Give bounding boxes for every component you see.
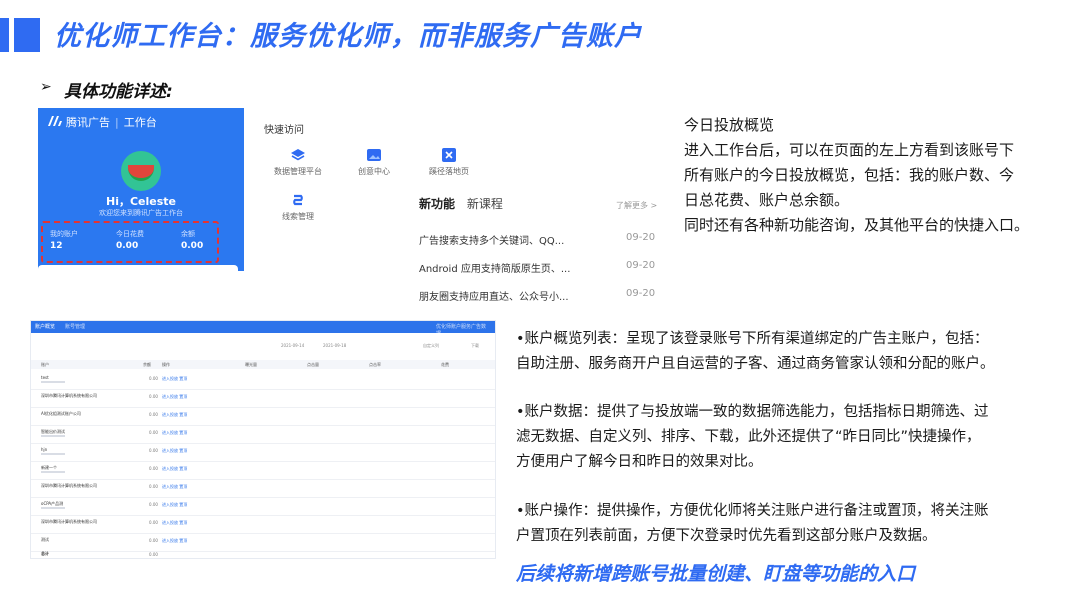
table-row[interactable]: 深圳市腾讯计算机系统有限公司 0.00 进入投放 置顶 <box>31 515 495 534</box>
detail-line: 滤无数据、自定义列、排序、下载，此外还提供了“昨日同比”快捷操作， <box>516 429 981 445</box>
download-button[interactable]: 下载 <box>471 343 479 349</box>
detail-line: 方便用户了解今日和昨日的效果对比。 <box>516 454 763 470</box>
quick-access-label: 创意中心 <box>358 167 390 176</box>
tab-new-features[interactable]: 新功能 <box>419 197 455 211</box>
account-overview-screenshot: 账户概览 账号管理 优化师账户服务广告数据... 2021-09-14 2021… <box>30 320 496 559</box>
table-row[interactable]: 深圳市腾讯计算机系统有限公司 0.00 进入投放 置顶 <box>31 479 495 498</box>
date-start[interactable]: 2021-09-14 <box>281 343 304 348</box>
table-header: 账户 余额 操作 曝光量 点击量 点击率 花费 <box>31 360 495 369</box>
workspace-label: 工作台 <box>123 116 157 129</box>
workbench-home-screenshot: 腾讯广告 | 工作台 Hi，Celeste 欢迎您来到腾讯广告工作台 我的账户 12 … <box>38 108 665 308</box>
detail-line: 户置顶在列表前面，方便下次登录时优先看到这部分账户及数据。 <box>516 528 937 544</box>
table-row[interactable]: 新建一个 0.00 进入投放 置顶 <box>31 461 495 480</box>
tab-new-courses[interactable]: 新课程 <box>467 197 503 211</box>
quick-access-title: 快速访问 <box>264 125 304 136</box>
tab-account-overview[interactable]: 账户概览 <box>35 323 55 330</box>
section-label: 具体功能详述: <box>64 82 173 102</box>
quick-access-landing-page[interactable]: 蹊径落地页 <box>414 148 484 177</box>
table-row[interactable]: hjn 0.00 进入投放 置顶 <box>31 443 495 462</box>
overview-heading: 今日投放概览 <box>684 116 775 134</box>
top-bar-right-text: 优化师账户服务广告数据... <box>436 324 487 337</box>
news-item[interactable]: 广告搜索支持多个关键词、QQ... 09-20 <box>419 232 665 247</box>
quick-access-creative-center[interactable]: 创意中心 <box>339 148 409 177</box>
table-row[interactable]: 深圳市腾讯计算机系统有限公司 0.00 进入投放 置顶 <box>31 389 495 408</box>
table-row[interactable]: AI优化组测试账户公司 0.00 进入投放 置顶 <box>31 407 495 426</box>
cross-icon <box>442 148 456 162</box>
overview-line: 进入工作台后，可以在页面的左上方看到该账号下 <box>684 141 1015 159</box>
news-tabs: 新功能 新课程 <box>419 195 503 212</box>
overview-line: 同时还有各种新功能咨询，及其他平台的快捷入口。 <box>684 216 1030 234</box>
table-top-bar: 账户概览 账号管理 优化师账户服务广告数据... <box>31 321 495 337</box>
table-row[interactable]: 智能出价测试 0.00 进入投放 置顶 <box>31 425 495 444</box>
greeting: Hi，Celeste <box>105 195 176 208</box>
avatar <box>121 151 161 191</box>
slide-title: 优化师工作台：服务优化师，而非服务广告账户 <box>54 21 642 52</box>
image-icon <box>367 149 381 161</box>
quick-access-label: 线索管理 <box>282 212 314 221</box>
learn-more-link[interactable]: 了解更多 > <box>616 200 657 211</box>
detail-line: •账户数据：提供了与投放端一致的数据筛选能力，包括指标日期筛选、过 <box>516 404 989 420</box>
quick-access-label: 蹊径落地页 <box>429 167 469 176</box>
welcome-text: 欢迎您来到腾讯广告工作台 <box>99 209 183 217</box>
detail-line: •账户概览列表：呈现了该登录账号下所有渠道绑定的广告主账户，包括： <box>516 331 989 347</box>
footer-note: 后续将新增跨账号批量创建、盯盘等功能的入口 <box>516 563 916 585</box>
date-end[interactable]: 2021-09-18 <box>323 343 346 348</box>
quick-access-data-platform[interactable]: 数据管理平台 <box>263 148 333 177</box>
arrow-bullet-icon: ➢ <box>40 79 52 95</box>
title-accent-bar <box>0 18 9 52</box>
account-summary-card: 腾讯广告 | 工作台 Hi，Celeste 欢迎您来到腾讯广告工作台 我的账户 12 … <box>38 108 244 285</box>
tencent-ads-logo-icon <box>48 116 62 126</box>
table-row[interactable]: test 0.00 进入投放 置顶 <box>31 371 495 390</box>
table-total-row: 总计 0.00 <box>41 551 158 557</box>
detail-line: 自助注册、服务商开户且自运营的子客、通过商务管家认领和分配的账户。 <box>516 356 995 372</box>
highlight-box <box>41 221 219 263</box>
news-item[interactable]: Android 应用支持简版原生页、... 09-20 <box>419 260 665 275</box>
news-item[interactable]: 朋友圈支持应用直达、公众号小... 09-20 <box>419 288 665 303</box>
detail-line: •账户操作：提供操作，方便优化师将关注账户进行备注或置顶，将关注账 <box>516 503 989 519</box>
brand-header: 腾讯广告 | 工作台 <box>48 114 157 130</box>
quick-access-lead-management[interactable]: 线索管理 <box>263 193 333 222</box>
custom-columns-button[interactable]: 自定义列 <box>423 343 439 349</box>
link-icon <box>293 194 303 206</box>
title-accent-square <box>14 18 40 52</box>
quick-access-label: 数据管理平台 <box>274 167 322 176</box>
brand-name: 腾讯广告 <box>66 116 110 129</box>
layers-icon <box>291 149 305 161</box>
watermelon-icon <box>128 165 154 181</box>
overview-line: 所有账户的今日投放概览，包括：我的账户数、今 <box>684 166 1015 184</box>
overview-line: 日总花费、账户总余额。 <box>684 191 850 209</box>
table-row[interactable]: oCPA产品测 0.00 进入投放 置顶 <box>31 497 495 516</box>
tab-account-management[interactable]: 账号管理 <box>65 323 85 330</box>
